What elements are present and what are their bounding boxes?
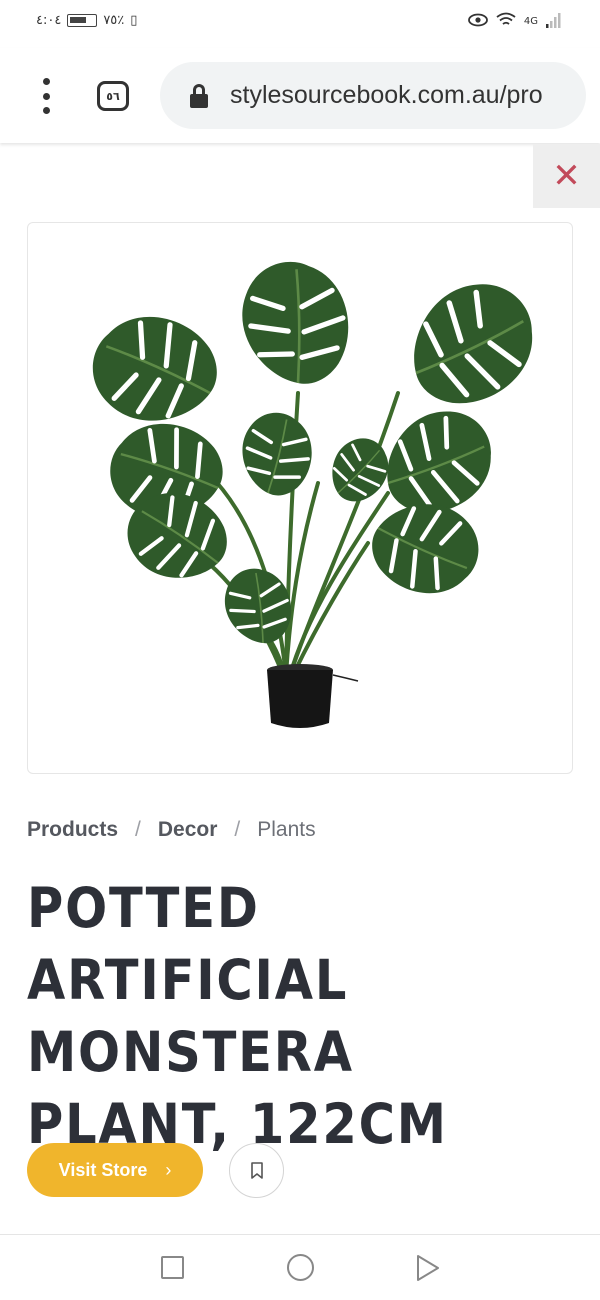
menu-dot-icon [42,78,50,85]
tabs-button[interactable]: ٥٦ [97,81,129,111]
status-left: ٤:٠٤ ٧٥٪ ▯ [36,13,137,28]
visit-store-button[interactable]: Visit Store › [27,1143,203,1197]
battery-icon [67,14,98,27]
breadcrumb: Products / Decor / Plants [27,818,316,842]
status-right: 4G [467,12,562,31]
menu-dot-icon [42,107,50,114]
system-nav-bar [0,1234,600,1300]
recents-button[interactable] [161,1256,184,1279]
wifi-icon [496,12,516,31]
browser-menu-button[interactable] [32,78,60,114]
close-icon: ✕ [552,156,581,196]
status-time: ٤:٠٤ [36,13,62,28]
eye-comfort-icon [467,13,488,30]
lock-icon [190,83,208,108]
status-bar: ٤:٠٤ ٧٥٪ ▯ 4G [0,0,600,48]
bookmark-icon [250,1161,263,1179]
tab-count: ٥٦ [106,89,120,103]
url-text: stylesourcebook.com.au/pro [230,81,543,109]
network-type: 4G [523,16,538,27]
monstera-plant-image [28,223,573,728]
battery-level: ٧٥٪ [103,13,125,28]
breadcrumb-separator: / [234,818,241,841]
back-button[interactable] [415,1254,441,1282]
menu-dot-icon [42,92,50,100]
visit-store-label: Visit Store [58,1159,148,1180]
breadcrumb-separator: / [135,818,141,841]
bookmark-button[interactable] [229,1143,284,1198]
breadcrumb-decor-link[interactable]: Decor [158,818,218,842]
breadcrumb-products-link[interactable]: Products [27,818,118,842]
breadcrumb-current: Plants [257,818,316,841]
product-image [27,222,573,774]
browser-toolbar: ٥٦ stylesourcebook.com.au/pro [0,48,600,143]
close-button[interactable]: ✕ [533,144,600,208]
vibrate-icon: ▯ [130,13,138,28]
chevron-right-icon: › [165,1159,172,1180]
address-bar[interactable]: stylesourcebook.com.au/pro [160,62,586,129]
home-button[interactable] [287,1254,314,1281]
signal-icon [546,12,562,31]
product-title: POTTED ARTIFICIAL MONSTERA PLANT, 122CM [27,876,448,1156]
